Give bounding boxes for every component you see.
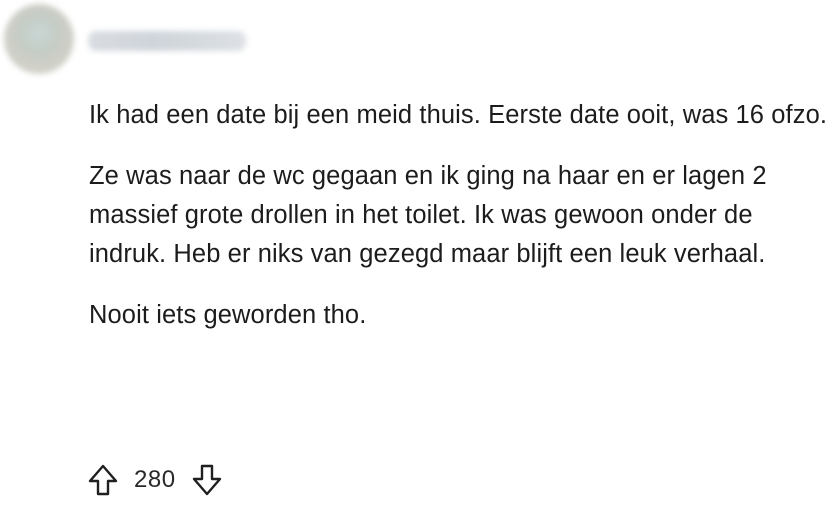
avatar[interactable]: [4, 4, 74, 74]
comment-paragraph-1: Ik had een date bij een meid thuis. Eers…: [89, 101, 828, 129]
arrow-up-outline-icon: [88, 464, 118, 496]
comment-paragraph-2: Ze was naar de wc gegaan en ik ging na h…: [89, 162, 767, 268]
username-blurred[interactable]: [88, 31, 246, 51]
upvote-button[interactable]: [86, 462, 120, 498]
vote-score: 280: [134, 466, 176, 493]
downvote-button[interactable]: [190, 462, 224, 498]
arrow-down-outline-icon: [192, 464, 221, 496]
comment-paragraph-3: Nooit iets geworden tho.: [89, 301, 367, 329]
comment: Ik had een date bij een meid thuis. Eers…: [0, 0, 836, 508]
vote-bar: 280: [86, 460, 224, 500]
comment-body: Ik had een date bij een meid thuis. Eers…: [89, 96, 834, 357]
